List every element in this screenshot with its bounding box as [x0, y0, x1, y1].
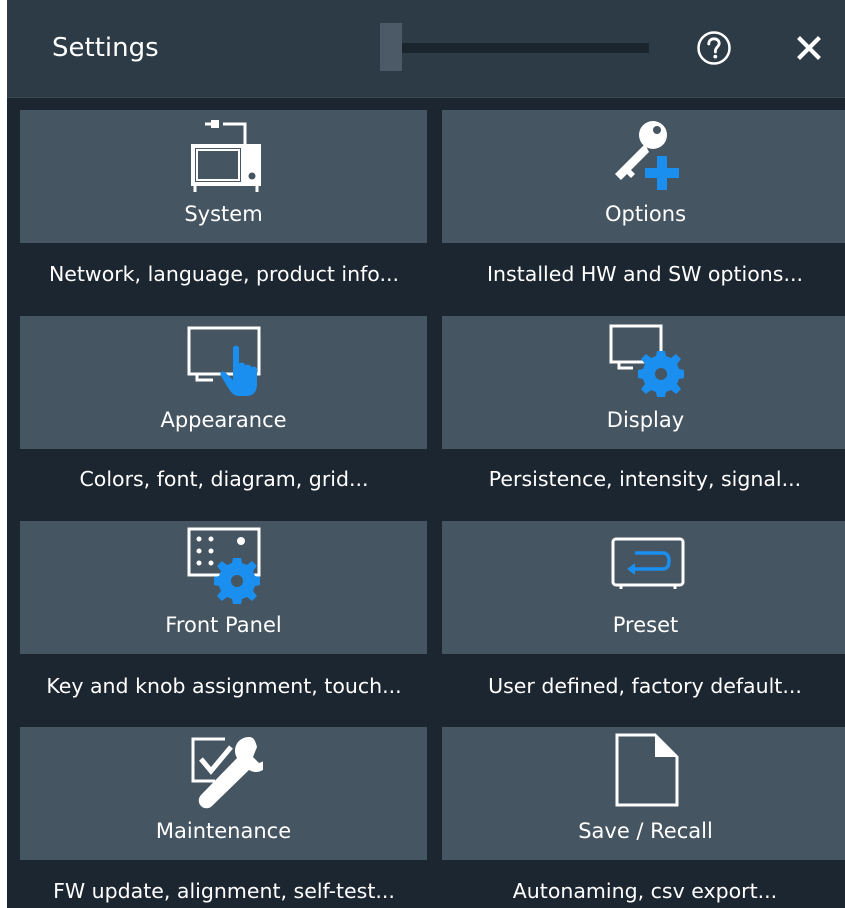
close-icon: [797, 36, 821, 60]
tile-label: System: [184, 202, 263, 226]
tile-description: Autonaming, csv export...: [512, 879, 778, 903]
document-icon: [442, 727, 845, 817]
system-device-icon: [20, 110, 427, 200]
tile-description: Persistence, intensity, signal...: [488, 467, 802, 491]
tile-label: Preset: [612, 613, 679, 637]
tile-description: User defined, factory default...: [488, 674, 802, 698]
tile-display[interactable]: Display: [442, 316, 845, 449]
tile-maintenance[interactable]: Maintenance: [20, 727, 427, 860]
dialog-title: Settings: [52, 33, 159, 63]
tile-appearance[interactable]: Appearance: [20, 316, 427, 449]
tile-save-recall[interactable]: Save / Recall: [442, 727, 845, 860]
close-button[interactable]: [791, 30, 827, 66]
tile-options[interactable]: Options: [442, 110, 845, 243]
monitor-return-icon: [442, 521, 845, 611]
settings-dialog: Settings System Network, language, produ…: [7, 0, 845, 908]
tile-label: Display: [606, 408, 685, 432]
tile-label: Save / Recall: [578, 819, 713, 843]
tile-label: Options: [604, 202, 687, 226]
tile-label: Appearance: [160, 408, 287, 432]
panel-gear-icon: [20, 521, 427, 611]
tile-label: Maintenance: [155, 819, 292, 843]
help-circle-icon: [697, 31, 731, 65]
transparency-slider-handle[interactable]: [380, 23, 402, 71]
dialog-header: Settings: [7, 0, 845, 98]
key-plus-icon: [442, 110, 845, 200]
checkbox-wrench-icon: [20, 727, 427, 817]
tile-description: Key and knob assignment, touch...: [46, 674, 402, 698]
tile-description: FW update, alignment, self-test...: [53, 879, 395, 903]
monitor-gear-icon: [442, 316, 845, 406]
tile-description: Colors, font, diagram, grid...: [79, 467, 369, 491]
tile-front-panel[interactable]: Front Panel: [20, 521, 427, 654]
tile-system[interactable]: System: [20, 110, 427, 243]
help-button[interactable]: [696, 30, 732, 66]
monitor-touch-icon: [20, 316, 427, 406]
tile-description: Installed HW and SW options...: [487, 262, 803, 286]
transparency-slider-track[interactable]: [395, 43, 649, 53]
tile-description: Network, language, product info...: [48, 262, 400, 286]
tile-preset[interactable]: Preset: [442, 521, 845, 654]
tile-label: Front Panel: [165, 613, 282, 637]
